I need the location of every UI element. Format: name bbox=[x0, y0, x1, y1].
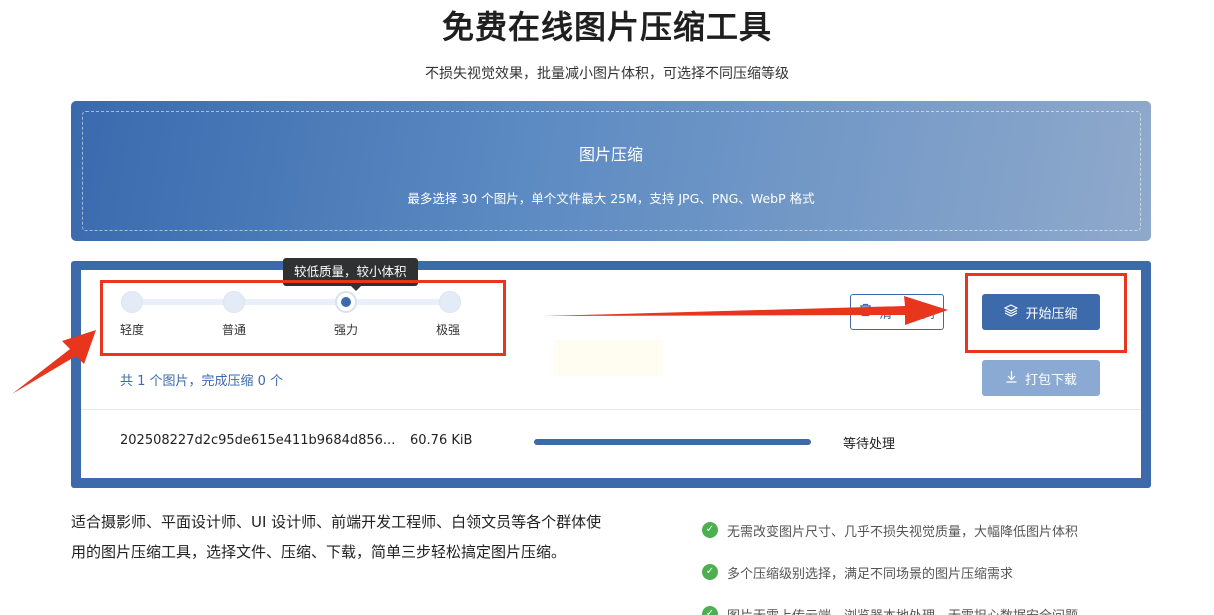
upload-title: 图片压缩 bbox=[578, 145, 643, 164]
feature-item: ✓ 无需改变图片尺寸、几乎不损失视觉质量，大幅降低图片体积 bbox=[702, 509, 1182, 551]
clear-queue-label: 清 队列 bbox=[879, 306, 935, 322]
list-divider bbox=[81, 409, 1141, 410]
feature-text: 多个压缩级别选择，满足不同场景的图片压缩需求 bbox=[727, 566, 1014, 582]
download-icon bbox=[1005, 370, 1018, 387]
check-circle-icon: ✓ bbox=[702, 606, 718, 615]
file-status: 等待处理 bbox=[843, 437, 896, 452]
feature-item: ✓ 图片无需上传云端，浏览器本地处理，无需担心数据安全问题 bbox=[702, 593, 1182, 615]
file-name: 202508227d2c95de615e411b9684d856... bbox=[120, 433, 396, 448]
file-progress-fill bbox=[534, 439, 811, 445]
upload-dashed-border bbox=[82, 111, 1141, 231]
upload-hint: 最多选择 30 个图片，单个文件最大 25M，支持 JPG、PNG、WebP 格… bbox=[407, 191, 815, 206]
file-size: 60.76 KiB bbox=[410, 433, 473, 448]
page-title: 免费在线图片压缩工具 bbox=[441, 8, 772, 46]
feature-item: ✓ 多个压缩级别选择，满足不同场景的图片压缩需求 bbox=[702, 551, 1182, 593]
feature-text: 图片无需上传云端，浏览器本地处理，无需担心数据安全问题 bbox=[727, 605, 1078, 615]
check-circle-icon: ✓ bbox=[702, 522, 718, 538]
file-progress-bar bbox=[534, 439, 811, 445]
clear-queue-button[interactable]: 清 队列 bbox=[850, 294, 944, 330]
queue-count-text: 共 1 个图片，完成压缩 0 个 bbox=[120, 374, 284, 389]
annotation-box-start bbox=[965, 273, 1127, 353]
check-circle-icon: ✓ bbox=[702, 564, 718, 580]
highlight-glow bbox=[553, 340, 663, 376]
trash-icon bbox=[859, 303, 872, 321]
feature-list: ✓ 无需改变图片尺寸、几乎不损失视觉质量，大幅降低图片体积 ✓ 多个压缩级别选择… bbox=[702, 509, 1182, 615]
download-zip-label: 打包下载 bbox=[1024, 372, 1077, 388]
page-subtitle: 不损失视觉效果，批量减小图片体积，可选择不同压缩等级 bbox=[425, 66, 789, 82]
upload-dropzone[interactable]: 图片压缩 最多选择 30 个图片，单个文件最大 25M，支持 JPG、PNG、W… bbox=[71, 101, 1151, 241]
annotation-box-levels bbox=[100, 280, 506, 356]
tool-description: 适合摄影师、平面设计师、UI 设计师、前端开发工程师、白领文员等各个群体使用的图… bbox=[71, 513, 602, 561]
feature-text: 无需改变图片尺寸、几乎不损失视觉质量，大幅降低图片体积 bbox=[727, 524, 1079, 540]
download-zip-button[interactable]: 打包下载 bbox=[982, 360, 1100, 396]
